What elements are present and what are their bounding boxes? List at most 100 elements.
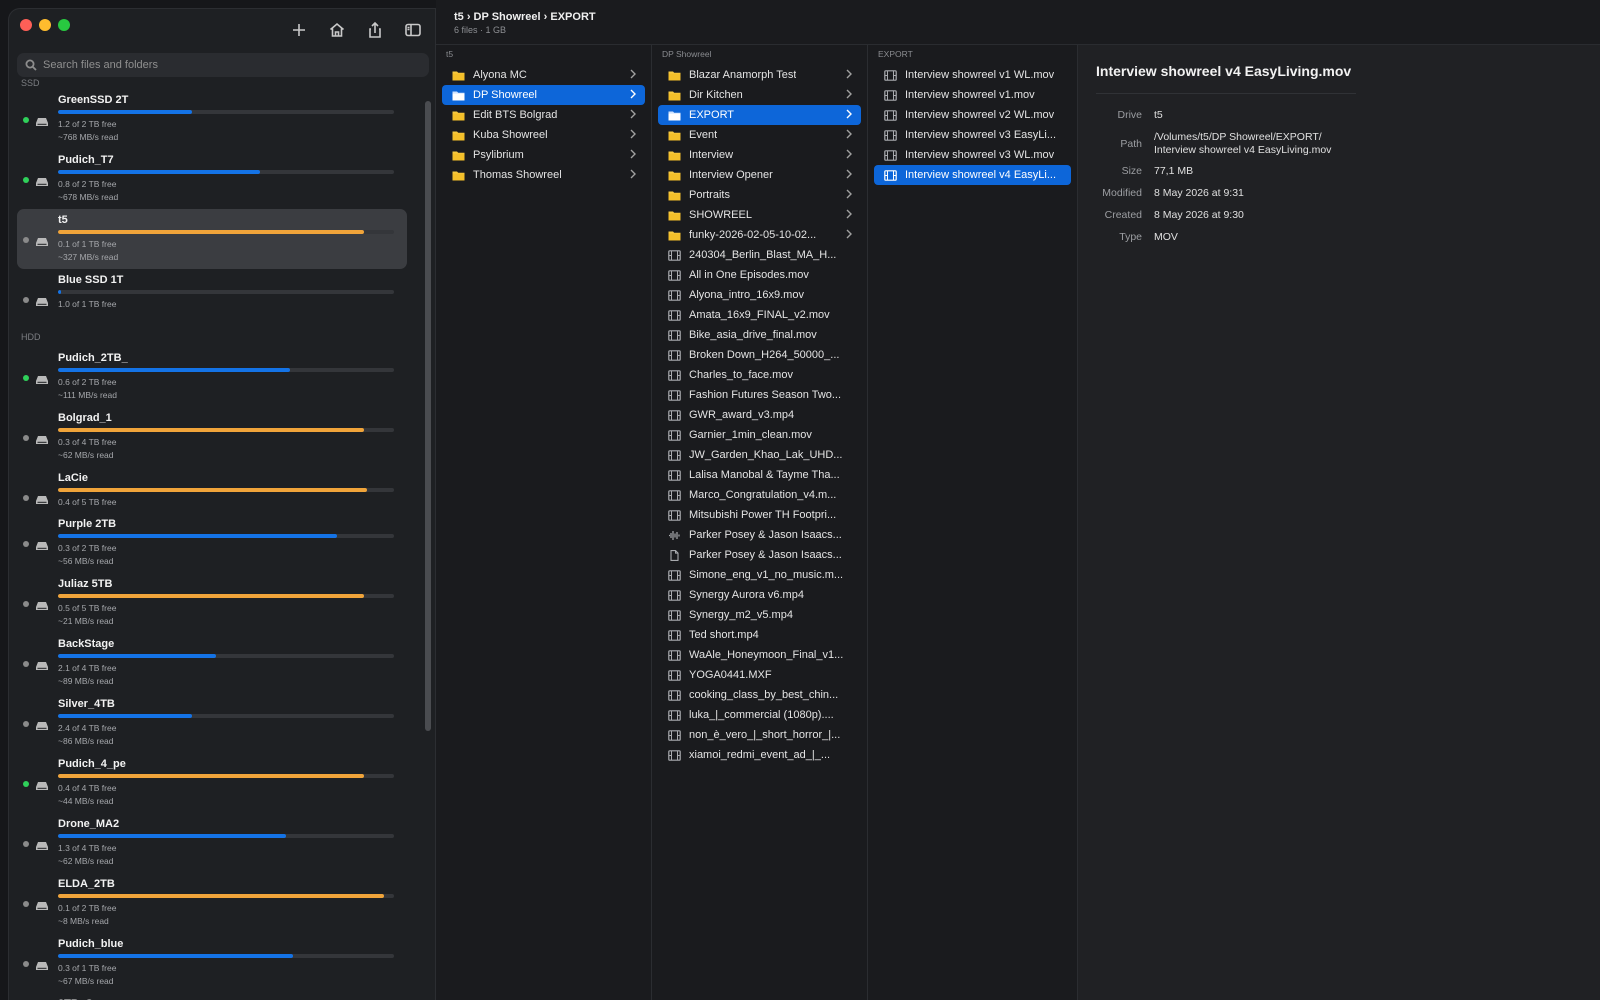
file-row[interactable]: Interview showreel v1 WL.mov (874, 65, 1071, 85)
info-value[interactable]: /Volumes/t5/DP Showreel/EXPORT/Interview… (1154, 131, 1331, 157)
file-row[interactable]: Synergy Aurora v6.mp4 (658, 585, 861, 605)
file-row[interactable]: cooking_class_by_best_chin... (658, 685, 861, 705)
file-row[interactable]: Thomas Showreel (442, 165, 645, 185)
file-row[interactable]: Event (658, 125, 861, 145)
toggle-sidebar-button[interactable] (401, 19, 425, 41)
file-row[interactable]: YOGA0441.MXF (658, 665, 861, 685)
file-row[interactable]: GWR_award_v3.mp4 (658, 405, 861, 425)
file-row[interactable]: Bike_asia_drive_final.mov (658, 325, 861, 345)
drive-item[interactable]: ELDA_2TB 0.1 of 2 TB free ~8 MB/s read (17, 873, 407, 933)
file-row[interactable]: EXPORT (658, 105, 861, 125)
file-row[interactable]: Edit BTS Bolgrad (442, 105, 645, 125)
film-icon (884, 129, 898, 141)
file-row[interactable]: Charles_to_face.mov (658, 365, 861, 385)
drive-free-space: 0.6 of 2 TB free (58, 377, 117, 387)
file-row[interactable]: Dir Kitchen (658, 85, 861, 105)
drive-item[interactable]: Pudich_blue 0.3 of 1 TB free ~67 MB/s read (17, 933, 407, 993)
film-icon (884, 69, 898, 81)
info-value[interactable]: 77,1 MB (1154, 165, 1193, 178)
drive-item[interactable]: Purple 2TB 0.3 of 2 TB free ~56 MB/s read (17, 513, 407, 573)
drive-item[interactable]: GreenSSD 2T 1.2 of 2 TB free ~768 MB/s rea… (17, 89, 407, 149)
file-row[interactable]: Interview showreel v3 WL.mov (874, 145, 1071, 165)
file-row[interactable]: Broken Down_H264_50000_... (658, 345, 861, 365)
search-field[interactable] (17, 53, 429, 77)
file-row[interactable]: Portraits (658, 185, 861, 205)
usage-bar (58, 428, 394, 432)
file-row[interactable]: Alyona MC (442, 65, 645, 85)
info-panel: Interview showreel v4 EasyLiving.mov Dri… (1078, 45, 1600, 1000)
file-row[interactable]: Garnier_1min_clean.mov (658, 425, 861, 445)
drive-item[interactable]: Juliaz 5TB 0.5 of 5 TB free ~21 MB/s read (17, 573, 407, 633)
file-row[interactable]: Synergy_m2_v5.mp4 (658, 605, 861, 625)
file-row[interactable]: WaAle_Honeymoon_Final_v1... (658, 645, 861, 665)
file-row[interactable]: Interview showreel v4 EasyLi... (874, 165, 1071, 185)
info-key: Modified (1102, 187, 1142, 199)
drive-item[interactable]: LaCie 0.4 of 5 TB free (17, 467, 407, 513)
drive-item[interactable]: Pudich_4_pe 0.4 of 4 TB free ~44 MB/s read (17, 753, 407, 813)
drive-item[interactable]: Pudich_T7 0.8 of 2 TB free ~678 MB/s read (17, 149, 407, 209)
file-row[interactable]: Fashion Futures Season Two... (658, 385, 861, 405)
usage-bar (58, 290, 394, 294)
file-name: Dir Kitchen (689, 89, 743, 101)
drive-item[interactable]: Drone_MA2 1.3 of 4 TB free ~62 MB/s read (17, 813, 407, 873)
drive-free-space: 2.4 of 4 TB free (58, 723, 117, 733)
drive-item[interactable]: Bolgrad_1 0.3 of 4 TB free ~62 MB/s read (17, 407, 407, 467)
file-row[interactable]: Marco_Congratulation_v4.m... (658, 485, 861, 505)
file-row[interactable]: Interview showreel v2 WL.mov (874, 105, 1071, 125)
file-row[interactable]: luka_|_commercial (1080p).... (658, 705, 861, 725)
file-row[interactable]: Alyona_intro_16x9.mov (658, 285, 861, 305)
drive-name: Blue SSD 1T (58, 274, 124, 286)
film-icon (668, 249, 682, 261)
file-row[interactable]: Simone_eng_v1_no_music.m... (658, 565, 861, 585)
file-row[interactable]: Blazar Anamorph Test (658, 65, 861, 85)
file-name: EXPORT (689, 109, 735, 121)
drive-icon (36, 372, 48, 384)
info-value[interactable]: 8 May 2026 at 9:30 (1154, 209, 1244, 222)
file-row[interactable]: Ted short.mp4 (658, 625, 861, 645)
section-label-hdd: HDD (21, 332, 41, 342)
file-row[interactable]: Interview Opener (658, 165, 861, 185)
file-row[interactable]: 240304_Berlin_Blast_MA_H... (658, 245, 861, 265)
file-row[interactable]: Interview (658, 145, 861, 165)
status-dot (23, 601, 29, 607)
file-row[interactable]: Amata_16x9_FINAL_v2.mov (658, 305, 861, 325)
drive-item[interactable]: t5 0.1 of 1 TB free ~327 MB/s read (17, 209, 407, 269)
file-row[interactable]: Mitsubishi Power TH Footpri... (658, 505, 861, 525)
drive-name: LaCie (58, 472, 88, 484)
drive-name: Pudich_2TB_ (58, 352, 128, 364)
file-row[interactable]: Interview showreel v1.mov (874, 85, 1071, 105)
drive-item[interactable]: Blue SSD 1T 1.0 of 1 TB free (17, 269, 407, 315)
drive-item[interactable]: BackStage 2.1 of 4 TB free ~89 MB/s read (17, 633, 407, 693)
file-row[interactable]: DP Showreel (442, 85, 645, 105)
share-button[interactable] (363, 19, 387, 41)
sidebar-scrollbar[interactable] (425, 101, 431, 731)
search-input[interactable] (43, 59, 423, 71)
file-row[interactable]: SHOWREEL (658, 205, 861, 225)
info-value[interactable]: MOV (1154, 231, 1178, 244)
file-row[interactable]: JW_Garden_Khao_Lak_UHD... (658, 445, 861, 465)
zoom-window-button[interactable] (58, 19, 70, 31)
drive-free-space: 0.4 of 4 TB free (58, 783, 117, 793)
info-value[interactable]: 8 May 2026 at 9:31 (1154, 187, 1244, 200)
close-window-button[interactable] (20, 19, 32, 31)
file-row[interactable]: All in One Episodes.mov (658, 265, 861, 285)
home-button[interactable] (325, 19, 349, 41)
file-name: WaAle_Honeymoon_Final_v1... (689, 649, 844, 661)
add-button[interactable] (287, 19, 311, 41)
file-row[interactable]: Parker Posey & Jason Isaacs... (658, 525, 861, 545)
file-row[interactable]: xiamoi_redmi_event_ad_|_... (658, 745, 861, 765)
usage-bar (58, 534, 394, 538)
file-row[interactable]: non_è_vero_|_short_horror_|... (658, 725, 861, 745)
file-name: Interview (689, 149, 734, 161)
info-value[interactable]: t5 (1154, 109, 1163, 122)
drive-item[interactable]: Silver_4TB 2.4 of 4 TB free ~86 MB/s read (17, 693, 407, 753)
file-row[interactable]: Kuba Showreel (442, 125, 645, 145)
file-row[interactable]: funky-2026-02-05-10-02... (658, 225, 861, 245)
drive-item[interactable]: 2TB_Green (17, 993, 407, 1000)
file-row[interactable]: Psylibrium (442, 145, 645, 165)
file-row[interactable]: Interview showreel v3 EasyLi... (874, 125, 1071, 145)
file-row[interactable]: Parker Posey & Jason Isaacs... (658, 545, 861, 565)
drive-item[interactable]: Pudich_2TB_ 0.6 of 2 TB free ~111 MB/s rea… (17, 347, 407, 407)
minimize-window-button[interactable] (39, 19, 51, 31)
file-row[interactable]: Lalisa Manobal & Tayme Tha... (658, 465, 861, 485)
